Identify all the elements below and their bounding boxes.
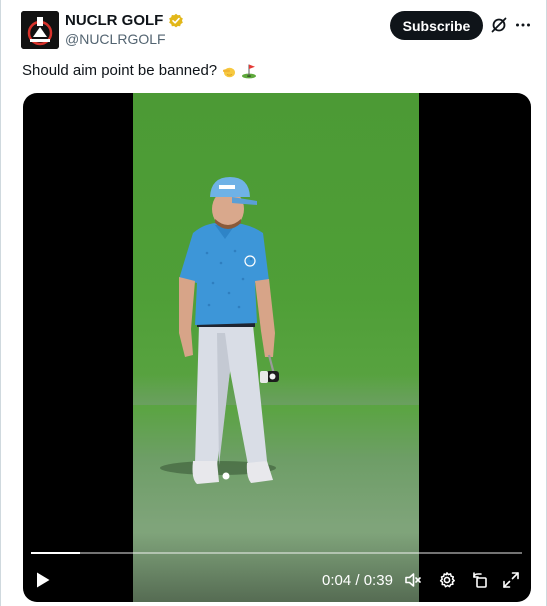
video-time: 0:04 / 0:39 <box>322 572 393 589</box>
controls-overlay <box>23 532 531 602</box>
author-handle[interactable]: @NUCLRGOLF <box>65 31 166 47</box>
duration: 0:39 <box>363 572 393 589</box>
subscribe-button[interactable]: Subscribe <box>390 11 483 40</box>
progress-fill <box>31 552 81 554</box>
golfer-figure <box>160 177 279 484</box>
pointing-hand-emoji <box>223 67 236 77</box>
current-time: 0:04 <box>322 572 352 589</box>
golf-flag-emoji <box>242 64 257 78</box>
avatar[interactable] <box>21 11 59 49</box>
nuclr-logo-icon <box>21 11 59 49</box>
rotate-icon[interactable] <box>471 571 489 589</box>
video-frame <box>133 93 419 602</box>
grok-icon[interactable] <box>490 16 508 34</box>
post-card: NUCLR GOLF @NUCLRGOLF Subscribe Should a… <box>0 0 547 606</box>
author-name-row[interactable]: NUCLR GOLF <box>65 12 184 29</box>
author-name[interactable]: NUCLR GOLF <box>65 12 163 29</box>
progress-bar[interactable] <box>31 552 522 554</box>
video-player[interactable]: 0:04 / 0:39 <box>23 93 531 602</box>
time-separator: / <box>351 572 364 589</box>
verified-badge-icon <box>169 13 184 27</box>
fullscreen-icon[interactable] <box>502 571 520 589</box>
mute-icon[interactable] <box>404 571 422 589</box>
post-text: Should aim point be banned? <box>22 62 218 79</box>
more-options-icon[interactable] <box>514 16 532 34</box>
settings-icon[interactable] <box>438 571 456 589</box>
post-text-row: Should aim point be banned? <box>22 62 257 79</box>
play-icon[interactable] <box>35 571 51 589</box>
